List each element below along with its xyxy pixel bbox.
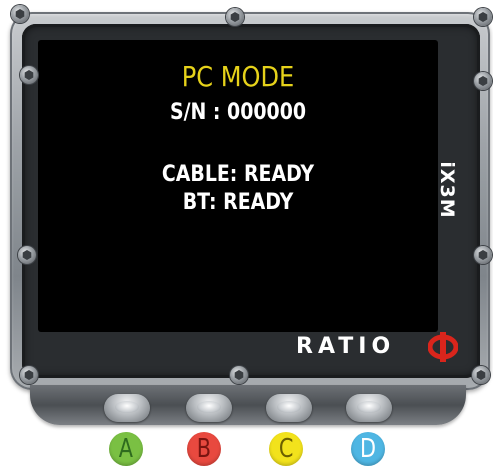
button-b-badge: B [187, 432, 221, 466]
mode-title: PC MODE [181, 60, 295, 93]
cable-status: CABLE: READY [161, 162, 315, 187]
button-c-badge: C [269, 432, 303, 466]
screw-icon [20, 366, 38, 384]
device-base [30, 385, 466, 425]
screw-icon [18, 246, 36, 264]
button-d-badge: D [351, 432, 385, 466]
bt-status: BT: READY [182, 190, 294, 215]
button-c[interactable] [266, 394, 312, 422]
brand-name: RATIO [296, 334, 396, 359]
screw-icon [11, 5, 29, 23]
button-d[interactable] [346, 394, 392, 422]
screw-icon [226, 8, 244, 26]
serial-number: S/N : 000000 [169, 100, 307, 125]
screw-icon [20, 66, 38, 84]
button-b[interactable] [186, 394, 232, 422]
display-screen: PC MODE S/N : 000000 CABLE: READY BT: RE… [38, 40, 438, 332]
button-a-badge: A [109, 432, 143, 466]
screw-icon [474, 246, 492, 264]
screw-icon [474, 72, 492, 90]
screw-icon [474, 8, 492, 26]
screw-icon [472, 366, 490, 384]
button-a[interactable] [104, 394, 150, 422]
screw-icon [230, 366, 248, 384]
model-label: iX3M [436, 161, 458, 219]
phi-logo-icon [428, 332, 458, 362]
